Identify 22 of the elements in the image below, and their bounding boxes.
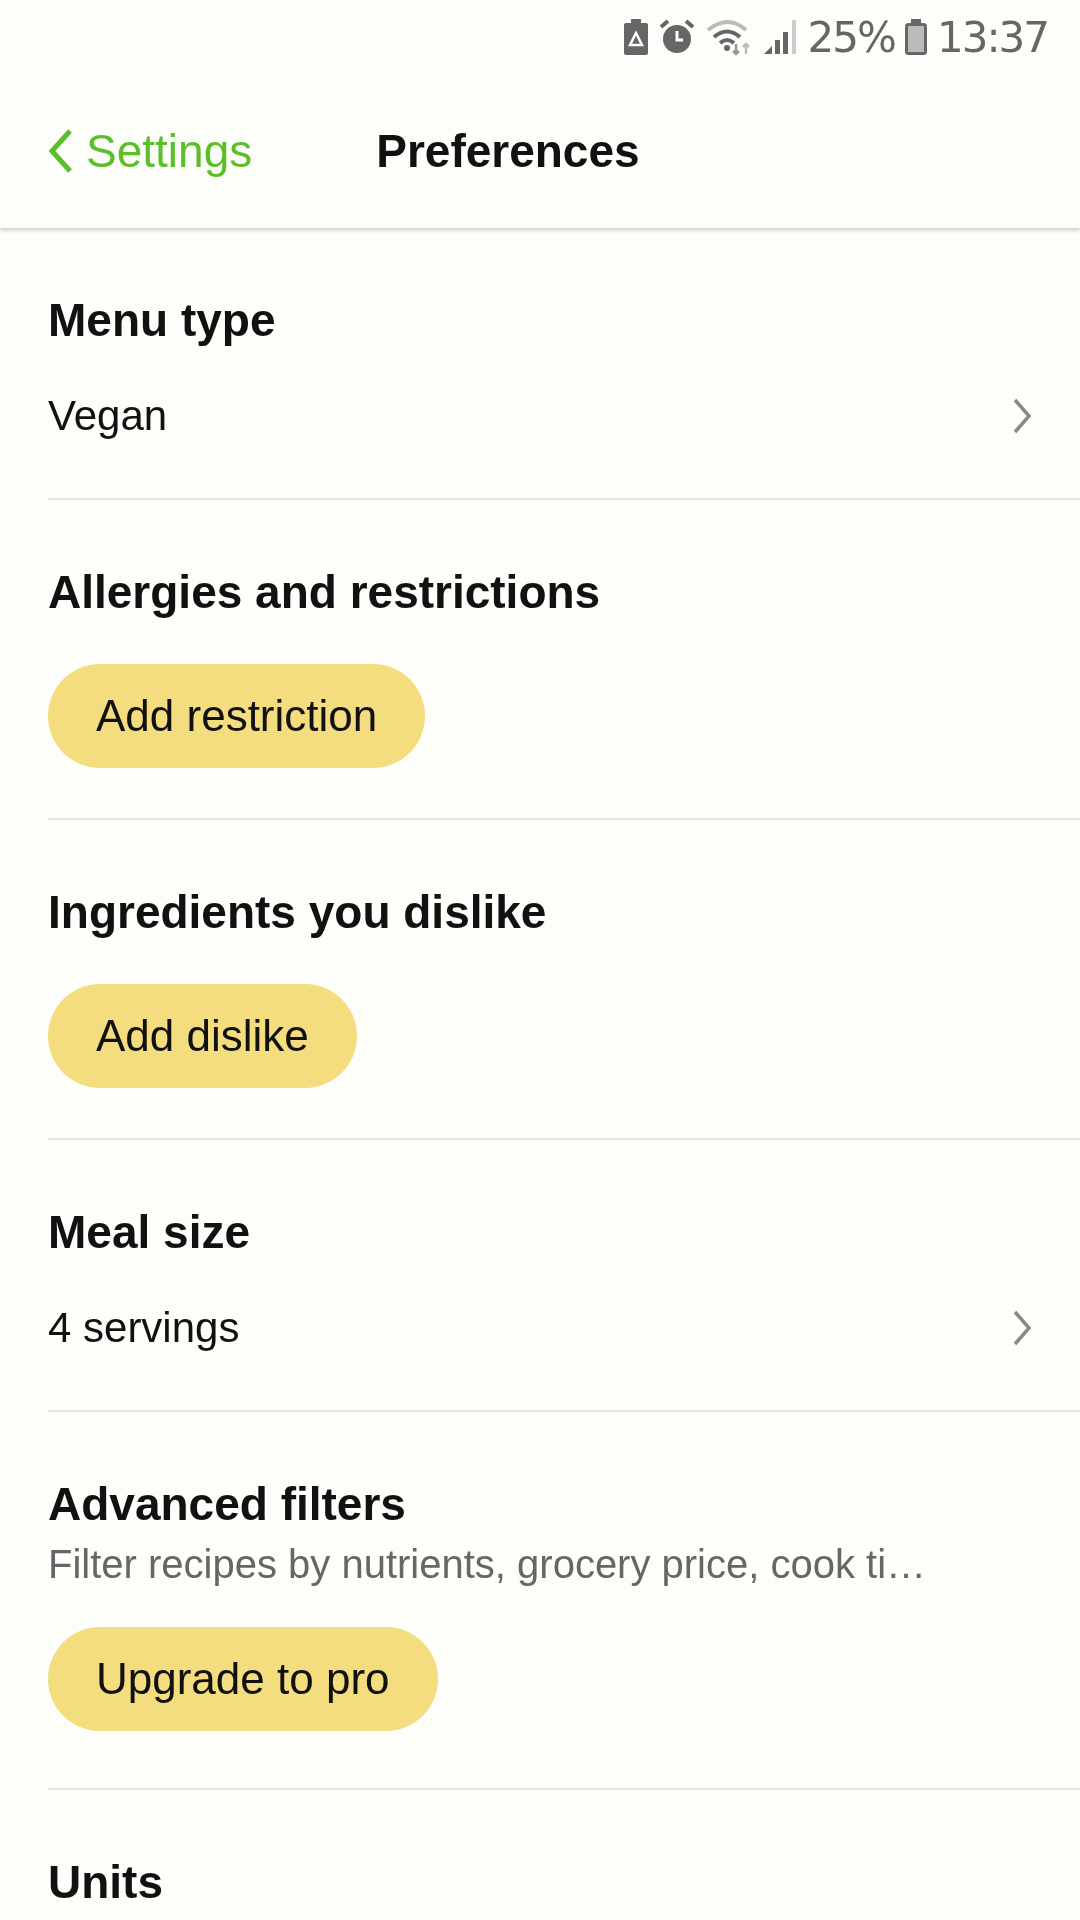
back-chevron-icon: [48, 128, 74, 174]
battery-saver-icon: [623, 19, 648, 55]
signal-icon: [763, 18, 798, 56]
section-heading: Units: [48, 1855, 164, 1910]
select-row[interactable]: 4 servings: [48, 1304, 1080, 1352]
section-heading: Meal size: [48, 1205, 251, 1260]
chevron-right-icon: [1012, 397, 1032, 435]
add-button[interactable]: Add restriction: [48, 664, 426, 768]
section-heading: Ingredients you dislike: [48, 885, 548, 940]
add-button[interactable]: Add dislike: [48, 984, 357, 1088]
select-row[interactable]: Vegan: [48, 392, 1080, 440]
clock-time: 13:37: [936, 12, 1048, 62]
battery-icon: [904, 19, 927, 55]
section-heading: Menu type: [48, 293, 277, 348]
page-title: Preferences: [376, 124, 640, 178]
section-heading: Allergies and restrictions: [48, 565, 602, 620]
section-heading: Advanced filters: [48, 1477, 407, 1532]
section-description: Filter recipes by nutrients, grocery price, cook ti…: [48, 1542, 928, 1587]
upgrade-button[interactable]: Upgrade to pro: [48, 1627, 438, 1731]
battery-percentage: 25%: [807, 12, 895, 62]
chevron-right-icon: [1012, 1309, 1032, 1347]
alarm-icon: [657, 18, 696, 56]
